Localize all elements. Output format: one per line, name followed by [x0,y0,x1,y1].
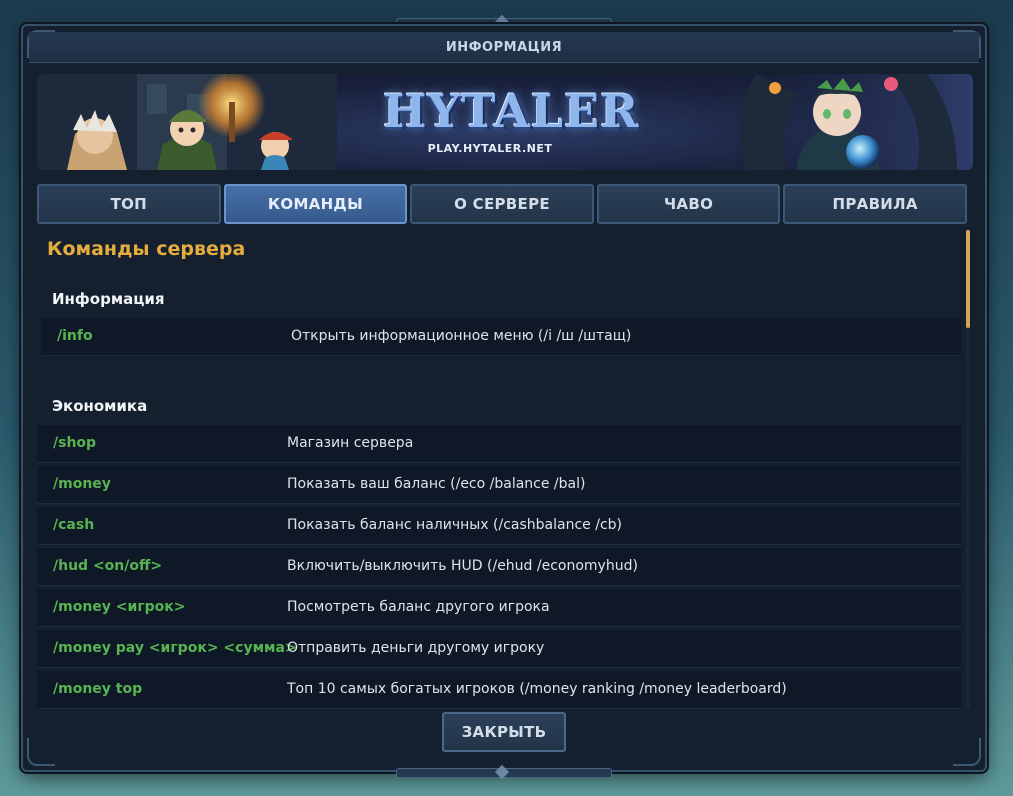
hytaler-logo: HYTALER PLAY.HYTALER.NET [383,84,640,155]
command-description: Открыть информационное меню (/i /ш /штащ… [291,328,632,344]
table-row: /money Показать ваш баланс (/eco /balanc… [37,466,961,504]
table-row: /money <игрок> Посмотреть баланс другого… [37,589,961,627]
tab-about-server[interactable]: О СЕРВЕРЕ [410,184,594,224]
command-description: Отправить деньги другому игроку [287,640,545,656]
command-description: Топ 10 самых богатых игроков (/money ran… [287,681,787,697]
table-row: /money top Топ 10 самых богатых игроков … [37,671,961,709]
command-name: /money top [53,681,143,697]
table-row: /info Открыть информационное меню (/i /ш… [41,318,961,356]
close-button[interactable]: ЗАКРЫТЬ [442,712,566,752]
characters-left-illustration [37,74,337,170]
command-description: Показать ваш баланс (/eco /balance /bal) [287,476,586,492]
command-description: Включить/выключить HUD (/ehud /economyhu… [287,558,638,574]
section-title-economy: Экономика [52,397,148,415]
table-row: /cash Показать баланс наличных (/cashbal… [37,507,961,545]
table-row: /hud <on/off> Включить/выключить HUD (/e… [37,548,961,586]
frame-bottom-ornament [396,764,612,780]
command-description: Посмотреть баланс другого игрока [287,599,550,615]
command-description: Магазин сервера [287,435,414,451]
tab-rules[interactable]: ПРАВИЛА [783,184,967,224]
scrollbar-thumb[interactable] [966,230,970,328]
window-title-bar: ИНФОРМАЦИЯ [29,32,979,63]
command-name: /shop [53,435,97,451]
server-banner: HYTALER PLAY.HYTALER.NET [37,74,973,170]
section-title-info: Информация [52,290,165,308]
page-title: Команды сервера [47,238,246,260]
command-name: /hud <on/off> [53,558,163,574]
tab-top[interactable]: ТОП [37,184,221,224]
command-name: /cash [53,517,95,533]
commands-content-panel[interactable]: Команды сервера Информация /info Открыть… [37,228,961,710]
character-right-illustration [687,74,973,170]
tab-bar: ТОП КОМАНДЫ О СЕРВЕРЕ ЧАВО ПРАВИЛА [37,184,967,226]
command-description: Показать баланс наличных (/cashbalance /… [287,517,622,533]
corner-ornament [27,738,55,766]
window-title: ИНФОРМАЦИЯ [445,39,563,55]
command-name: /money [53,476,111,492]
command-name: /info [57,328,93,344]
scrollbar[interactable] [966,230,970,708]
tab-faq[interactable]: ЧАВО [596,184,781,224]
table-row: /money pay <игрок> <сумма> Отправить ден… [37,630,961,668]
server-address: PLAY.HYTALER.NET [427,142,553,155]
tab-commands[interactable]: КОМАНДЫ [223,184,408,224]
command-name: /money pay <игрок> <сумма> [53,640,297,656]
info-window: ИНФОРМАЦИЯ HYTALER PLAY.HYTALER.NET ТОП … [21,24,987,772]
corner-ornament [953,738,981,766]
table-row: /shop Магазин сервера [37,425,961,463]
command-name: /money <игрок> [53,599,186,615]
